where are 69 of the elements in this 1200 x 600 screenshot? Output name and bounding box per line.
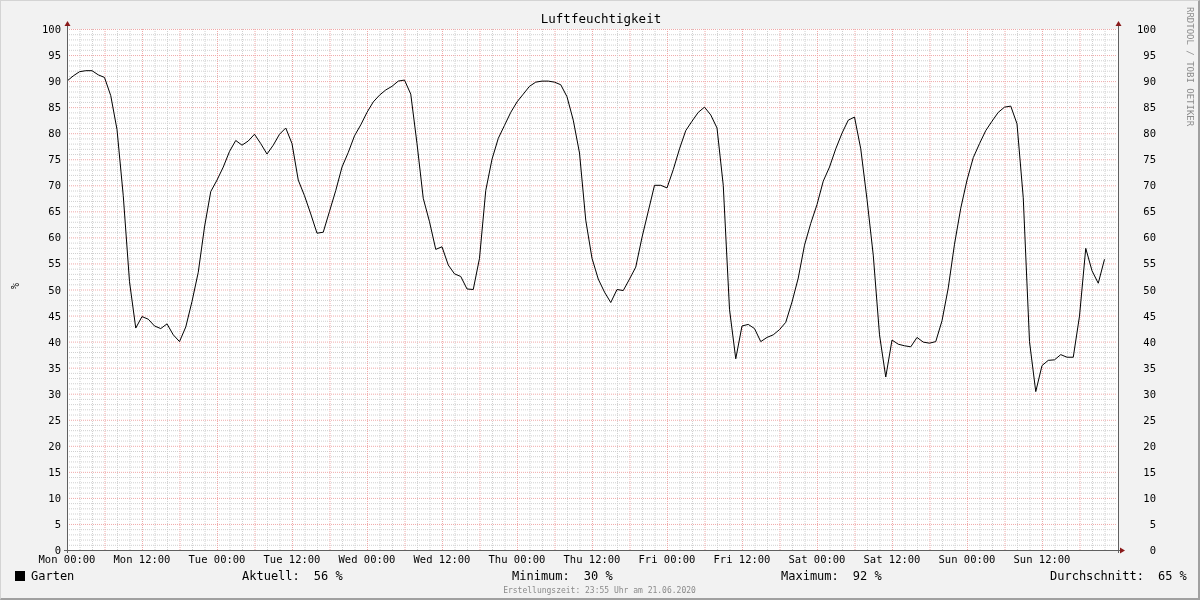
y-tick-label: 60 <box>48 231 61 244</box>
y-tick-label: 30 <box>1143 387 1156 400</box>
chart-title: Luftfeuchtigkeit <box>540 11 662 26</box>
x-tick-label: Sat 12:00 <box>863 553 921 565</box>
y-tick-label: 85 <box>1143 101 1156 114</box>
stat-label: Durchschnitt: <box>1050 569 1144 583</box>
x-tick-label: Mon 00:00 <box>38 553 96 565</box>
creation-time: Erstellungszeit: 23:55 Uhr am 21.06.2020 <box>503 586 696 595</box>
y-tick-label: 25 <box>48 413 61 426</box>
stat-label: Maximum: <box>781 569 839 583</box>
y-tick-label: 50 <box>48 283 61 296</box>
y-tick-label: 5 <box>1149 517 1156 530</box>
legend-label: Garten <box>31 569 75 583</box>
y-tick-label: 80 <box>1143 127 1156 140</box>
y-tick-label: 65 <box>1143 205 1156 218</box>
y-tick-label: 20 <box>1143 439 1156 452</box>
y-tick-label: 70 <box>1143 179 1156 192</box>
stat-label: Minimum: <box>512 569 570 583</box>
y-tick-label: 25 <box>1143 413 1156 426</box>
y-tick-label: 10 <box>48 491 61 504</box>
y-tick-label: 40 <box>1143 335 1156 348</box>
x-tick-label: Sat 00:00 <box>788 553 846 565</box>
stat-label: Aktuell: <box>242 569 300 583</box>
stat-value: 65 % <box>1157 569 1187 583</box>
y-tick-label: 75 <box>1143 153 1156 166</box>
y-tick-label: 30 <box>48 387 61 400</box>
x-tick-label: Tue 00:00 <box>188 553 246 565</box>
x-tick-label: Sun 12:00 <box>1013 553 1071 565</box>
y-tick-label: 70 <box>48 179 61 192</box>
y-tick-label: 0 <box>54 544 61 556</box>
brand-label: RRDTOOL / TOBI OETIKER <box>1185 7 1195 127</box>
stat-value: 92 % <box>852 569 882 583</box>
y-tick-label: 45 <box>48 309 61 322</box>
y-tick-label: 15 <box>48 465 61 478</box>
x-tick-label: Wed 12:00 <box>413 553 471 565</box>
x-tick-label: Thu 00:00 <box>488 553 546 565</box>
y-tick-label: 5 <box>54 517 61 530</box>
y-tick-label: 90 <box>1143 75 1156 88</box>
axis-unit: % <box>9 283 20 289</box>
y-tick-label: 55 <box>48 257 61 270</box>
y-tick-label: 60 <box>1143 231 1156 244</box>
y-tick-label: 95 <box>1143 49 1156 62</box>
y-tick-label: 35 <box>48 361 61 374</box>
y-tick-label: 15 <box>1143 465 1156 478</box>
y-tick-label: 95 <box>48 49 61 62</box>
y-tick-label: 0 <box>1149 544 1156 556</box>
x-tick-label: Wed 00:00 <box>338 553 396 565</box>
y-tick-label: 85 <box>48 101 61 114</box>
stat-value: 30 % <box>583 569 613 583</box>
y-tick-label: 100 <box>42 23 61 35</box>
x-tick-label: Thu 12:00 <box>563 553 621 565</box>
x-tick-label: Sun 00:00 <box>938 553 996 565</box>
y-tick-label: 10 <box>1143 491 1156 504</box>
y-tick-label: 35 <box>1143 361 1156 374</box>
y-tick-label: 75 <box>48 153 61 166</box>
y-tick-label: 90 <box>48 75 61 88</box>
y-tick-label: 80 <box>48 127 61 140</box>
x-tick-label: Fri 12:00 <box>713 553 771 565</box>
y-tick-label: 50 <box>1143 283 1156 296</box>
y-tick-label: 100 <box>1137 23 1156 35</box>
x-tick-label: Mon 12:00 <box>113 553 171 565</box>
y-tick-label: 55 <box>1143 257 1156 270</box>
y-tick-label: 40 <box>48 335 61 348</box>
y-tick-label: 65 <box>48 205 61 218</box>
x-tick-label: Fri 00:00 <box>638 553 696 565</box>
y-tick-label: 45 <box>1143 309 1156 322</box>
y-tick-label: 20 <box>48 439 61 452</box>
stat-value: 56 % <box>313 569 343 583</box>
x-tick-label: Tue 12:00 <box>263 553 321 565</box>
